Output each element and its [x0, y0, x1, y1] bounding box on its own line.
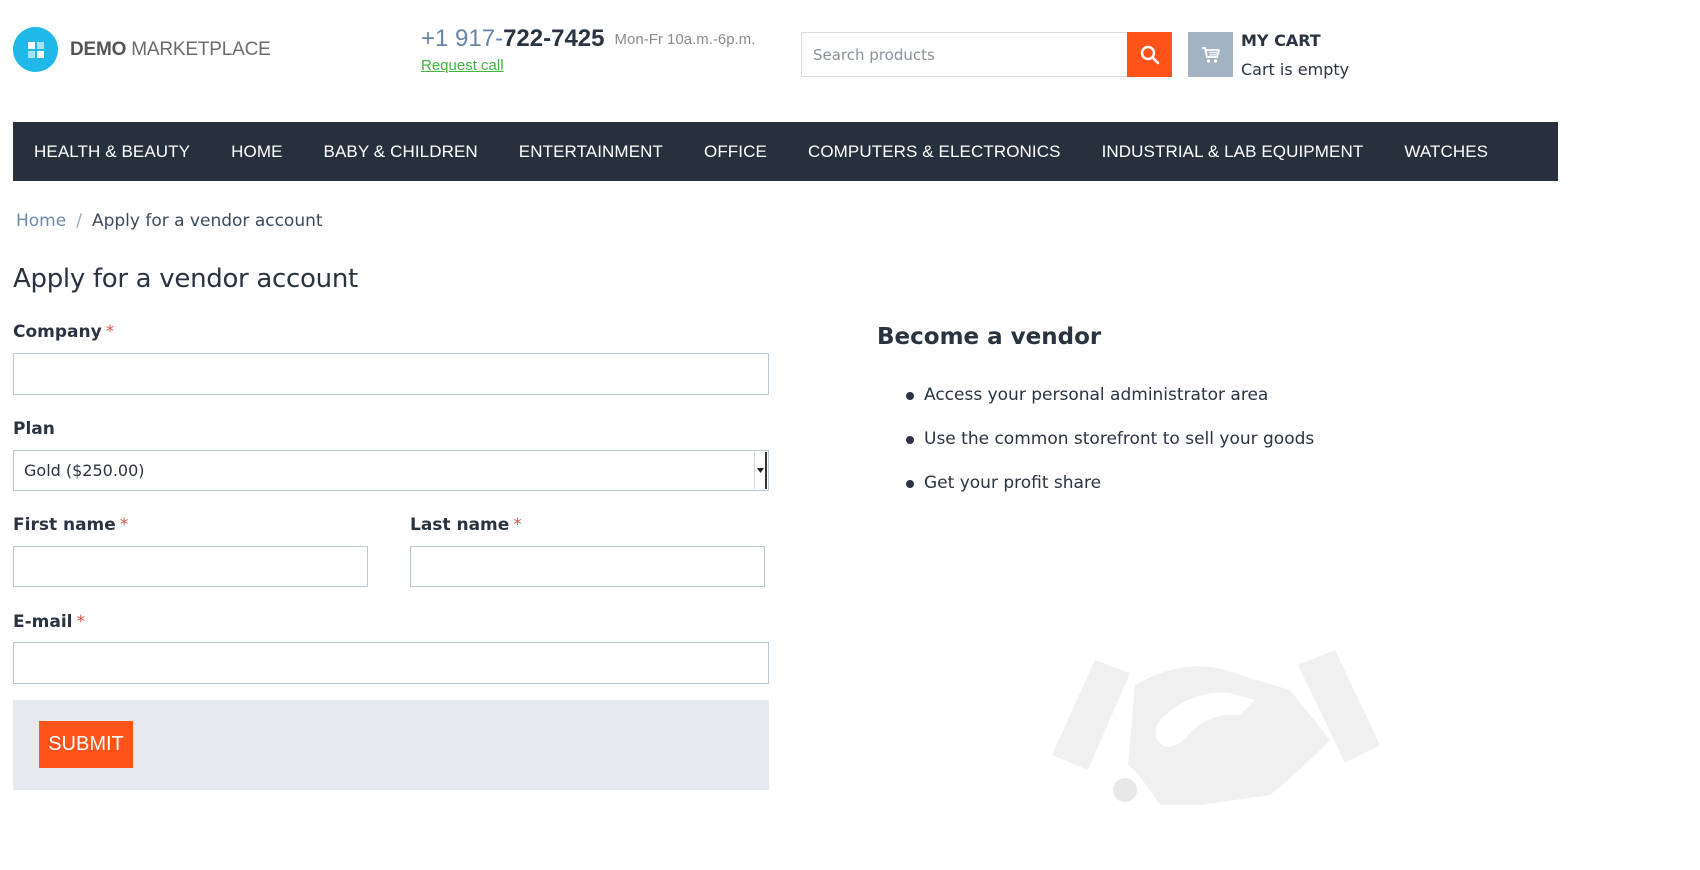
plan-label: Plan [13, 419, 55, 439]
submit-button[interactable]: SUBMIT [39, 721, 133, 768]
chevron-down-icon [754, 452, 767, 489]
logo-text: DEMO MARKETPLACE [70, 38, 271, 60]
nav-item-entertainment[interactable]: ENTERTAINMENT [519, 142, 663, 162]
required-mark: * [513, 515, 522, 535]
company-field[interactable] [13, 353, 769, 395]
email-label: E-mail * [13, 612, 86, 632]
nav-item-baby-children[interactable]: BABY & CHILDREN [324, 142, 478, 162]
company-label: Company * [13, 322, 115, 342]
main-nav: HEALTH & BEAUTY HOME BABY & CHILDREN ENT… [13, 122, 1558, 181]
benefit-item: Access your personal administrator area [906, 382, 1314, 426]
phone-number: +1 917-722-7425 Mon-Fr 10a.m.-6p.m. [421, 25, 756, 52]
nav-item-computers-electronics[interactable]: COMPUTERS & ELECTRONICS [808, 142, 1061, 162]
breadcrumb-separator: / [76, 211, 82, 231]
required-mark: * [119, 515, 129, 535]
search-icon [1140, 45, 1159, 64]
cart-icon [1188, 32, 1233, 77]
first-name-label: First name * [13, 515, 129, 535]
cart-widget[interactable]: MY CART Cart is empty [1188, 32, 1349, 79]
contact-block: +1 917-722-7425 Mon-Fr 10a.m.-6p.m. Reque… [421, 25, 755, 74]
required-mark: * [76, 612, 86, 632]
last-name-field[interactable] [410, 546, 765, 587]
page-title: Apply for a vendor account [13, 264, 358, 294]
cart-text: MY CART Cart is empty [1241, 31, 1350, 80]
breadcrumb-home-link[interactable]: Home [16, 211, 66, 231]
logo-icon [13, 27, 58, 72]
nav-item-office[interactable]: OFFICE [704, 142, 767, 162]
benefit-item: Get your profit share [906, 470, 1314, 514]
handshake-icon [1040, 645, 1400, 809]
last-name-label: Last name * [410, 515, 522, 535]
benefit-item: Use the common storefront to sell your g… [906, 426, 1314, 470]
search-button[interactable] [1127, 32, 1172, 77]
request-call-link[interactable]: Request call [421, 57, 504, 74]
breadcrumb: Home / Apply for a vendor account [16, 211, 323, 231]
submit-area: SUBMIT [13, 700, 769, 790]
required-mark: * [105, 322, 115, 342]
working-hours: Mon-Fr 10a.m.-6p.m. [614, 31, 756, 48]
search-input[interactable] [801, 32, 1127, 77]
nav-item-industrial-lab[interactable]: INDUSTRIAL & LAB EQUIPMENT [1102, 142, 1364, 162]
breadcrumb-current: Apply for a vendor account [91, 211, 323, 231]
nav-item-health-beauty[interactable]: HEALTH & BEAUTY [34, 142, 190, 162]
plan-select[interactable]: Gold ($250.00) [13, 450, 769, 491]
cart-title: MY CART [1241, 31, 1321, 50]
nav-item-watches[interactable]: WATCHES [1404, 142, 1488, 162]
search-box [801, 32, 1172, 77]
vendor-info-title: Become a vendor [877, 324, 1102, 350]
cart-status: Cart is empty [1241, 60, 1350, 79]
header: DEMO MARKETPLACE +1 917-722-7425 Mon-Fr 1… [0, 0, 1700, 122]
plan-select-value: Gold ($250.00) [24, 461, 145, 480]
email-field[interactable] [13, 642, 769, 684]
nav-item-home[interactable]: HOME [231, 142, 282, 162]
logo[interactable]: DEMO MARKETPLACE [13, 27, 271, 72]
first-name-field[interactable] [13, 546, 368, 587]
vendor-benefits-list: Access your personal administrator area … [906, 382, 1314, 514]
